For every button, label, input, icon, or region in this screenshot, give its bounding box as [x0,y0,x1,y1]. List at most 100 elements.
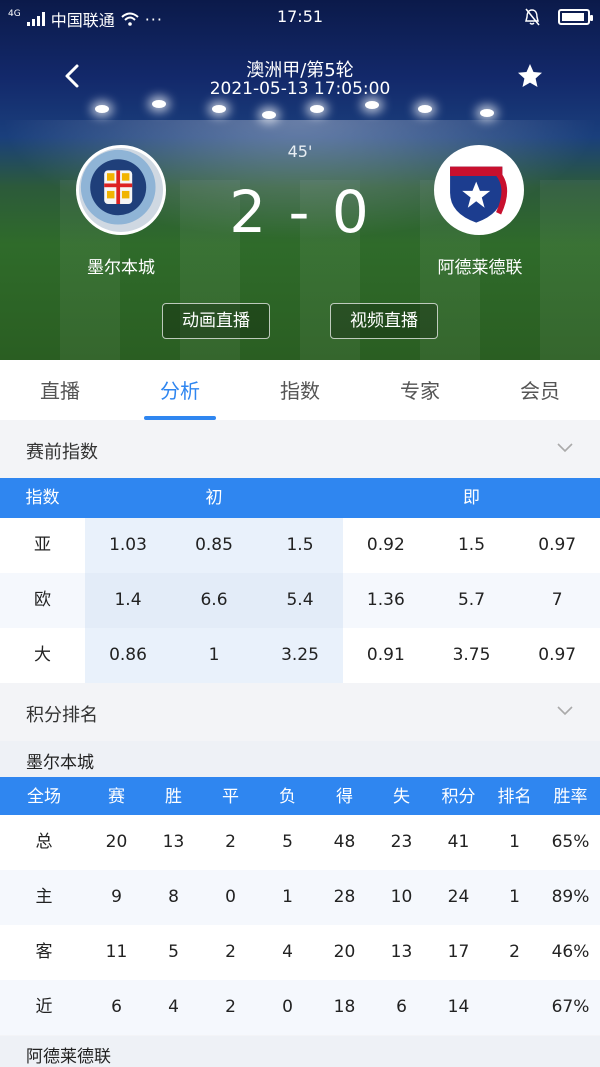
col-header: 胜 [165,787,182,807]
table-cell: 0.97 [538,535,577,555]
away-team-name: 阿德莱德联 [437,258,523,278]
match-datetime: 2021-05-13 17:05:00 [209,79,391,99]
table-cell: 24 [447,887,470,907]
table-cell: 1 [282,887,293,907]
stadium-lights [0,95,600,135]
table-cell: 10 [390,887,413,907]
row-label: 亚 [34,535,51,555]
table-cell: 13 [162,832,185,852]
table-cell: 5.7 [457,590,486,610]
table-cell: 18 [333,997,356,1017]
table-cell: 0.97 [538,645,577,665]
table-cell: 6.6 [200,590,228,610]
col-header: 排名 [497,787,532,807]
table-cell: 2 [509,942,520,962]
table-row[interactable]: 欧 1.4 6.6 5.4 1.36 5.7 7 [0,573,600,628]
row-label: 欧 [34,590,51,610]
table-cell: 48 [333,832,356,852]
table-cell: 20 [333,942,356,962]
table-cell: 主 [35,887,53,907]
table-cell: 7 [551,590,563,610]
table-cell: 0 [282,997,293,1017]
table-cell: 20 [105,832,128,852]
table-cell: 1.36 [366,590,405,610]
table-cell: 4 [282,942,293,962]
table-cell: 1.03 [109,535,147,555]
table-cell: 4 [168,997,179,1017]
battery-icon [558,9,593,25]
table-cell: 89% [551,887,590,907]
chevron-down-icon[interactable] [556,703,574,717]
col-header: 失 [393,787,410,807]
table-cell: 67% [551,997,590,1017]
col-header: 积分 [441,787,476,807]
table-cell: 1 [208,645,220,665]
table-cell: 3.75 [452,645,491,665]
table-cell: 客 [35,942,53,962]
tab-member[interactable]: 会员 [480,360,600,420]
home-team-name: 墨尔本城 [87,258,155,278]
table-cell: 3.25 [281,645,319,665]
table-cell: 0.91 [366,645,405,665]
table-cell: 6 [396,997,407,1017]
home-team-logo[interactable] [76,145,166,235]
table-cell: 46% [551,942,590,962]
table-cell: 13 [390,942,413,962]
table-cell: 1 [509,832,520,852]
table-cell: 8 [168,887,179,907]
table-cell: 1.5 [286,535,314,555]
match-header: 4G 中国联通 ··· 17:51 澳洲甲/第5轮 2021-05-13 17:… [0,0,600,360]
table-row[interactable]: 大 0.86 1 3.25 0.91 3.75 0.97 [0,628,600,683]
video-live-button[interactable]: 视频直播 [330,303,438,339]
table-row[interactable]: 近 6 4 2 0 18 6 14 67% [0,980,600,1035]
tab-live[interactable]: 直播 [0,360,120,420]
table-cell: 近 [35,997,53,1017]
star-icon[interactable] [516,62,544,90]
col-header: 平 [222,787,239,807]
odds-table: 亚 1.03 0.85 1.5 0.92 1.5 0.97 欧 1.4 6.6 … [0,518,600,683]
away-team-standings-label: 阿德莱德联 [0,1036,600,1067]
table-cell: 1.4 [114,590,142,610]
col-header: 全场 [27,787,61,807]
table-row[interactable]: 亚 1.03 0.85 1.5 0.92 1.5 0.97 [0,518,600,573]
table-cell: 1.5 [457,535,486,555]
chevron-down-icon[interactable] [556,440,574,454]
standings-section-header[interactable]: 积分排名 [0,683,600,741]
table-cell: 2 [225,832,236,852]
row-label: 大 [34,645,51,665]
col-header: 得 [336,787,353,807]
table-cell: 23 [390,832,413,852]
table-cell: 总 [35,832,53,852]
tab-analysis[interactable]: 分析 [120,360,240,420]
table-cell [487,980,542,1035]
odds-section-header[interactable]: 赛前指数 [0,420,600,478]
table-row[interactable]: 客 11 5 2 4 20 13 17 2 46% [0,925,600,980]
table-cell: 5 [282,832,293,852]
tab-bar: 直播 分析 指数 专家 会员 [0,360,600,420]
table-cell: 0.92 [366,535,405,555]
bell-mute-icon [525,8,540,26]
table-cell: 9 [111,887,122,907]
away-team-logo[interactable] [434,145,524,235]
col-header: 赛 [108,787,125,807]
col-header: 指数 [25,488,60,508]
animation-live-button[interactable]: 动画直播 [162,303,270,339]
standings-header-row: 全场 赛 胜 平 负 得 失 积分 排名 胜率 [0,777,600,817]
table-cell: 65% [551,832,590,852]
status-bar: 4G 中国联通 ··· 17:51 [0,0,600,34]
table-cell: 0 [225,887,236,907]
table-cell: 2 [225,997,236,1017]
section-title: 积分排名 [26,705,98,726]
tab-expert[interactable]: 专家 [360,360,480,420]
tab-odds[interactable]: 指数 [240,360,360,420]
section-title: 赛前指数 [26,442,98,463]
table-cell: 2 [225,942,236,962]
table-cell: 28 [333,887,356,907]
table-row[interactable]: 总 20 13 2 5 48 23 41 1 65% [0,815,600,870]
table-cell: 14 [447,997,470,1017]
table-cell: 17 [447,942,470,962]
standings-table: 总 20 13 2 5 48 23 41 1 65% 主 9 8 0 1 28 … [0,815,600,1035]
table-row[interactable]: 主 9 8 0 1 28 10 24 1 89% [0,870,600,925]
table-cell: 5 [168,942,179,962]
table-cell: 0.85 [195,535,233,555]
